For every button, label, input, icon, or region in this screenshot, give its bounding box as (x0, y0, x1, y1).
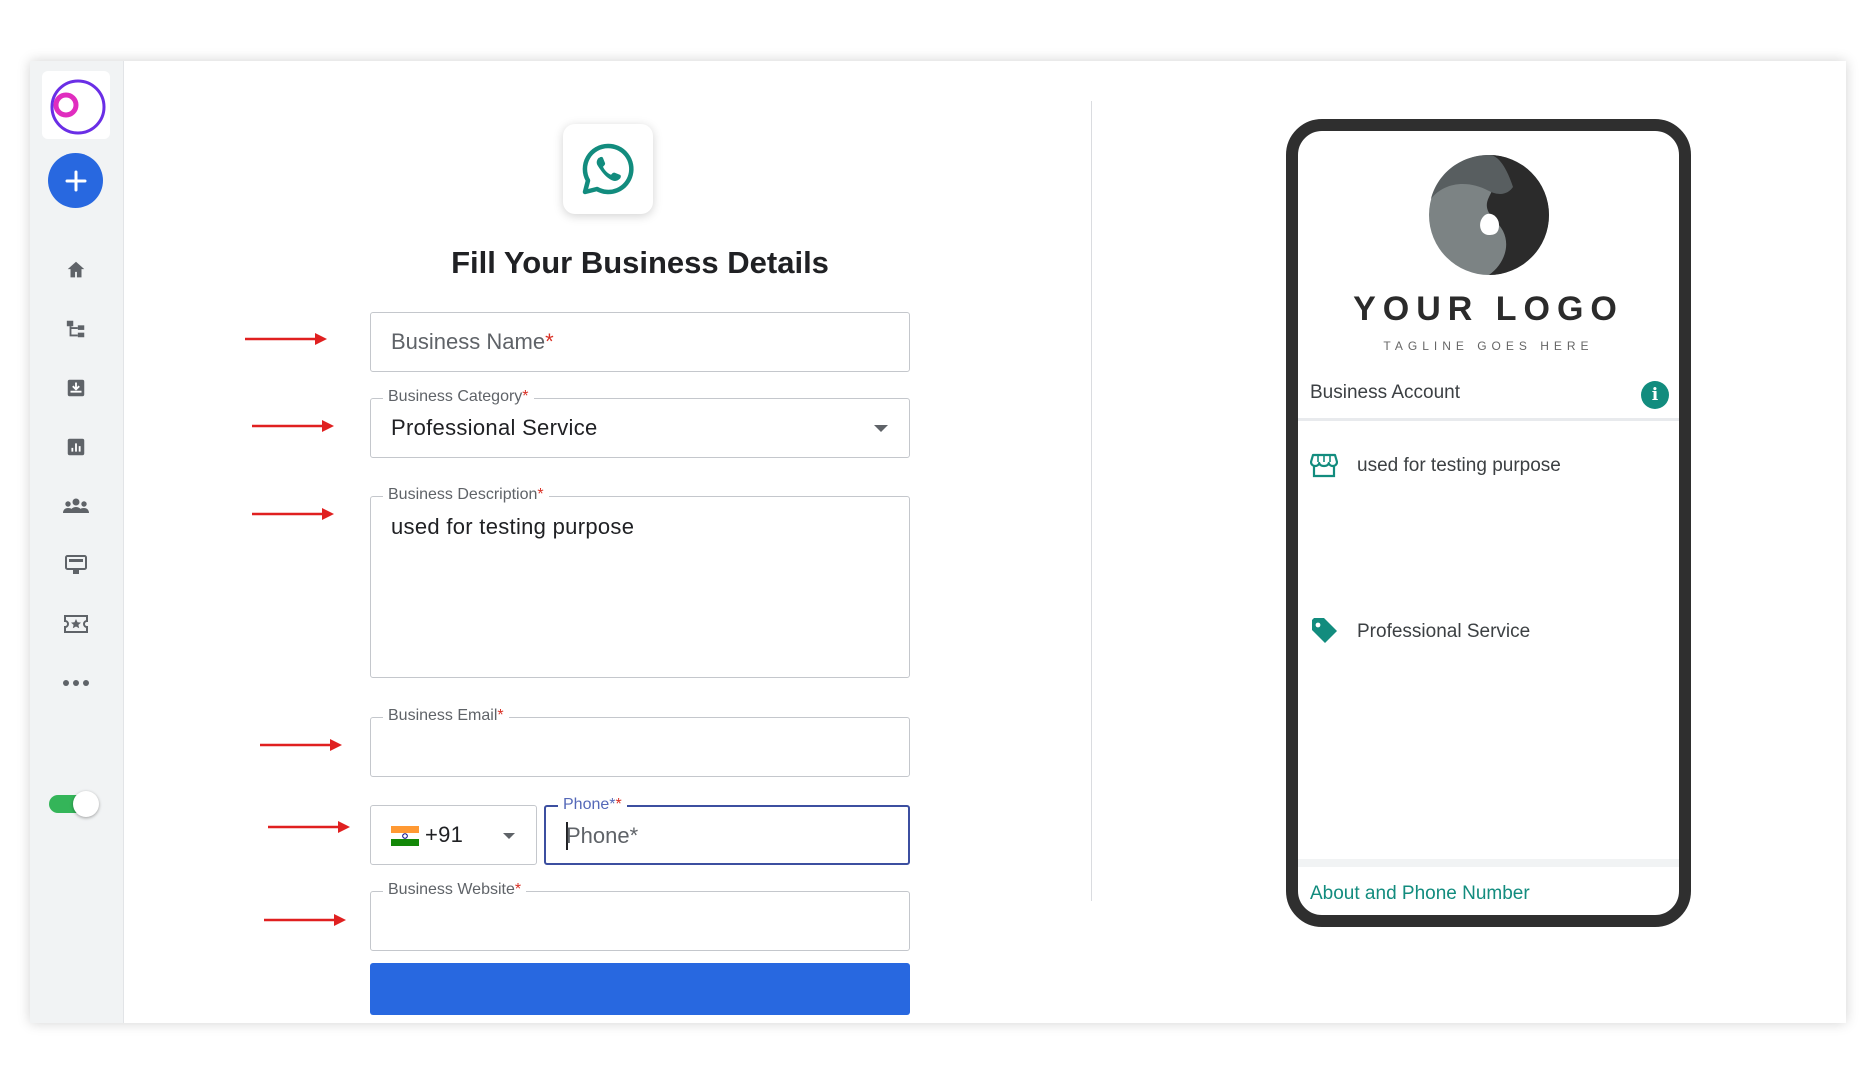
more-icon (63, 680, 89, 686)
app-window: Fill Your Business Details Business Name… (30, 61, 1846, 1023)
ticket-icon (64, 615, 88, 633)
annotation-arrow-icon (245, 333, 327, 345)
phone-label: Phone** (558, 796, 627, 814)
annotation-arrow-icon (252, 420, 334, 432)
sidebar-item-inbox[interactable] (57, 369, 95, 407)
annotation-arrow-icon (252, 508, 334, 520)
business-email-label: Business Email* (383, 707, 509, 725)
phone-input[interactable]: Phone** Phone* (544, 796, 910, 865)
preview-category: Professional Service (1357, 621, 1531, 642)
sidebar-item-flows[interactable] (57, 310, 95, 348)
chevron-down-icon (503, 833, 515, 839)
sidebar-item-contacts[interactable] (57, 487, 95, 525)
logo-mark-icon (1428, 155, 1549, 275)
business-account-label: Business Account (1310, 382, 1460, 403)
contacts-icon (63, 498, 89, 513)
phone-preview: YOUR LOGO TAGLINE GOES HERE Business Acc… (1286, 119, 1691, 927)
country-code-value: +91 (425, 822, 464, 847)
business-category-value: Professional Service (391, 415, 598, 440)
whatsapp-icon (582, 143, 634, 195)
chevron-down-icon (874, 425, 888, 432)
business-account-bar: Business Account i (1298, 369, 1679, 421)
business-name-placeholder: Business Name* (391, 329, 554, 354)
business-website-field[interactable]: Business Website* (370, 881, 910, 951)
annotation-arrow-icon (264, 914, 346, 926)
india-flag-icon (391, 826, 419, 846)
about-phone-link[interactable]: About and Phone Number (1310, 883, 1530, 905)
analytics-icon (67, 438, 85, 456)
inbox-icon (67, 379, 85, 397)
plus-icon (65, 170, 86, 191)
sidebar (30, 61, 124, 1023)
preview-description: used for testing purpose (1357, 455, 1561, 476)
add-button[interactable] (48, 153, 103, 208)
template-icon (65, 555, 87, 574)
country-code-select[interactable]: +91 (370, 805, 537, 865)
business-email-field[interactable]: Business Email* (370, 707, 910, 777)
business-category-label: Business Category* (383, 388, 534, 406)
sidebar-item-tickets[interactable] (57, 605, 95, 643)
submit-button[interactable] (370, 963, 910, 1015)
business-name-field[interactable]: Business Name* (370, 312, 910, 372)
business-website-label: Business Website* (383, 881, 527, 899)
whatsapp-logo (563, 124, 653, 214)
sidebar-item-templates[interactable] (57, 546, 95, 584)
home-icon (67, 261, 85, 278)
info-icon[interactable]: i (1641, 381, 1669, 409)
app-logo[interactable] (42, 71, 110, 139)
status-toggle[interactable] (49, 791, 99, 817)
preview-description-row: used for testing purpose (1309, 451, 1561, 484)
store-icon (1309, 453, 1339, 478)
business-description-field[interactable]: Business Description* used for testing p… (370, 486, 910, 678)
logo-tagline: TAGLINE GOES HERE (1383, 339, 1594, 353)
toggle-knob (73, 791, 99, 817)
logo-placeholder: YOUR LOGO TAGLINE GOES HERE (1298, 153, 1679, 353)
tag-icon (1312, 618, 1337, 643)
annotation-arrow-icon (260, 739, 342, 751)
form-title: Fill Your Business Details (451, 245, 829, 280)
sidebar-item-home[interactable] (57, 251, 95, 289)
business-description-label: Business Description* (383, 486, 549, 504)
phone-footer: About and Phone Number (1298, 859, 1679, 915)
annotation-arrow-icon (268, 821, 350, 833)
sidebar-item-analytics[interactable] (57, 428, 95, 466)
flow-icon (66, 320, 85, 338)
logo-text: YOUR LOGO (1353, 290, 1624, 328)
preview-category-row: Professional Service (1310, 617, 1530, 650)
business-category-select[interactable]: Business Category* Professional Service (370, 388, 910, 458)
sidebar-item-more[interactable] (57, 664, 95, 702)
phone-placeholder: Phone* (566, 823, 639, 848)
business-description-value: used for testing purpose (391, 514, 635, 539)
divider (1091, 101, 1092, 901)
